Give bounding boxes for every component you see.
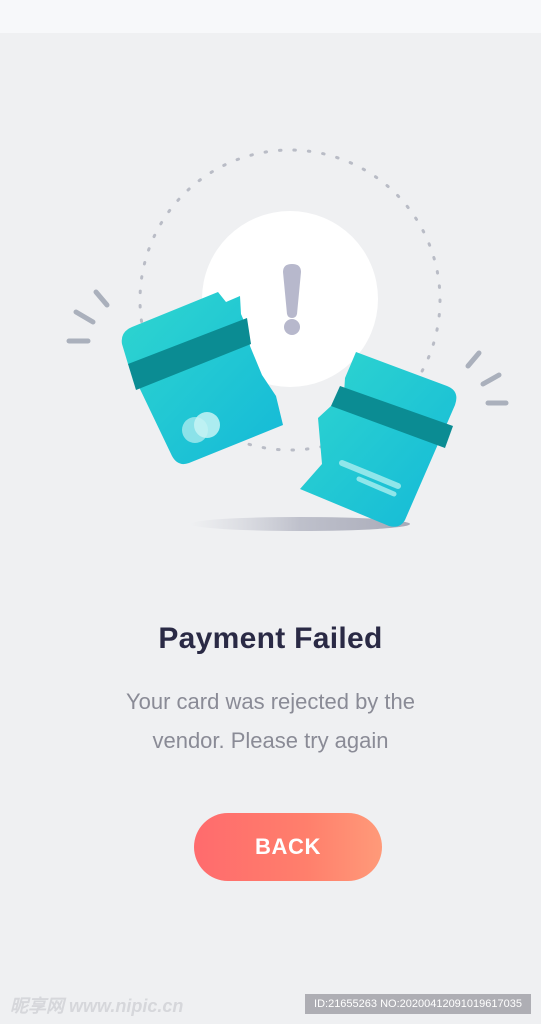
error-message: Your card was rejected by the vendor. Pl… [125, 689, 416, 753]
motion-lines-left [66, 289, 110, 344]
page-title: Payment Failed [158, 622, 383, 655]
payment-failed-illustration [66, 148, 509, 531]
status-bar [0, 0, 541, 33]
watermark-logo: 昵享网 www.nipic.cn [10, 996, 184, 1016]
exclamation-icon [283, 264, 301, 335]
back-button[interactable]: BACK [194, 813, 382, 881]
motion-lines-right [465, 350, 509, 406]
watermark-id: ID:21655263 NO:20200412091019617035 [305, 994, 531, 1014]
